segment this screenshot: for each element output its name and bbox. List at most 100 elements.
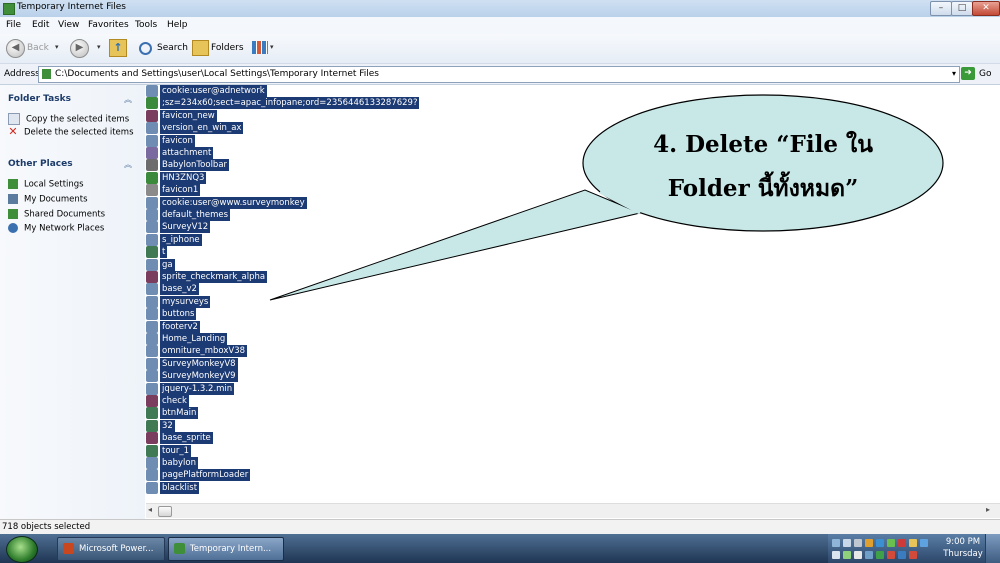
back-dropdown-icon[interactable]: ▾ [55,43,59,51]
file-name[interactable]: check [160,395,189,407]
my-network-places-link[interactable]: My Network Places [8,223,104,234]
file-name[interactable]: 32 [160,419,175,432]
back-icon[interactable]: ◀ [6,39,25,58]
folder-tasks-heading[interactable]: Folder Tasks [8,94,71,104]
file-name[interactable]: SurveyMonkeyV9 [160,370,238,383]
folders-button[interactable]: Folders [211,43,244,53]
minimize-button[interactable]: – [930,1,952,16]
collapse-chevron-icon[interactable]: ︽ [124,159,132,170]
menu-favorites[interactable]: Favorites [88,20,129,30]
file-name[interactable]: SurveyV12 [160,221,211,234]
file-name[interactable]: attachment [160,147,214,159]
local-settings-label[interactable]: Local Settings [24,180,84,190]
signal-icon[interactable] [832,551,840,559]
copy-selected-items-label[interactable]: Copy the selected items [26,115,129,125]
file-name[interactable]: HN3ZNQ3 [160,171,207,184]
tray-icon[interactable] [876,551,884,559]
local-settings-link[interactable]: Local Settings [8,179,84,190]
scroll-left-icon[interactable]: ◂ [148,505,152,514]
menu-tools[interactable]: Tools [135,20,157,30]
volume-icon[interactable] [854,551,862,559]
search-icon[interactable] [139,42,152,55]
close-button[interactable]: ✕ [972,1,1000,16]
address-input[interactable]: C:\Documents and Settings\user\Local Set… [38,66,960,83]
forward-icon[interactable]: ▶ [70,39,89,58]
tray-icon[interactable] [898,551,906,559]
file-name[interactable]: default_themes [160,209,231,221]
taskbar-item-label[interactable]: Microsoft Power... [79,538,153,560]
horizontal-scrollbar[interactable]: ◂ ▸ [146,503,1000,518]
file-name[interactable]: cookie:user@adnetwork [160,85,267,97]
file-name[interactable]: buttons [160,308,197,321]
file-name[interactable]: t [160,246,168,259]
tray-icon[interactable] [843,539,851,547]
copy-selected-items-link[interactable]: Copy the selected items [8,113,129,125]
scroll-thumb[interactable] [158,506,172,517]
go-label[interactable]: Go [979,69,991,79]
tray-icon[interactable] [887,551,895,559]
scroll-right-icon[interactable]: ▸ [986,505,990,514]
menu-edit[interactable]: Edit [32,20,49,30]
file-name[interactable]: babylon [160,457,198,469]
file-name[interactable]: mysurveys [160,295,211,308]
file-name[interactable]: cookie:user@www.surveymonkey [160,196,307,209]
other-places-heading[interactable]: Other Places [8,159,73,169]
start-button[interactable] [6,536,38,563]
menu-help[interactable]: Help [167,20,188,30]
menu-file[interactable]: File [6,20,21,30]
my-documents-label[interactable]: My Documents [24,195,88,205]
maximize-button[interactable]: □ [951,1,973,16]
taskbar-item-powerpoint[interactable]: Microsoft Power... [57,537,165,561]
tray-icon[interactable] [920,539,928,547]
file-name[interactable]: s_iphone [160,233,202,246]
file-name[interactable]: version_en_win_ax [160,122,244,135]
delete-selected-items-label[interactable]: Delete the selected items [24,128,134,138]
tray-icon[interactable] [909,551,917,559]
file-name[interactable]: ga [160,258,175,271]
file-name[interactable]: pagePlatformLoader [160,469,251,482]
menu-view[interactable]: View [58,20,79,30]
file-name[interactable]: tour_1 [160,444,192,457]
taskbar-item-temporary-internet-files[interactable]: Temporary Intern... [168,537,284,561]
folders-icon[interactable] [192,40,209,56]
tray-icon[interactable] [865,539,873,547]
file-name[interactable]: jquery-1.3.2.min [160,382,235,395]
tray-icon[interactable] [854,539,862,547]
search-button[interactable]: Search [157,43,188,53]
file-name[interactable]: omniture_mboxV38 [160,345,248,358]
show-desktop-button[interactable] [985,534,1000,563]
tray-icon[interactable] [832,539,840,547]
file-name[interactable]: footerv2 [160,320,200,333]
file-name[interactable]: SurveyMonkeyV8 [160,357,238,370]
file-name[interactable]: favicon1 [160,184,201,197]
file-name[interactable]: Home_Landing [160,333,228,345]
shared-documents-link[interactable]: Shared Documents [8,209,105,220]
go-button[interactable]: ➜ Go [961,67,998,81]
tray-icon[interactable] [865,551,873,559]
tray-icon[interactable] [843,551,851,559]
file-name[interactable]: ;sz=234x60;sect=apac_infopane;ord=235644… [160,97,420,110]
tray-icon[interactable] [876,539,884,547]
forward-dropdown-icon[interactable]: ▾ [97,43,101,51]
up-folder-icon[interactable]: ↑ [109,39,127,57]
taskbar-item-label[interactable]: Temporary Intern... [190,538,271,560]
my-documents-link[interactable]: My Documents [8,194,88,205]
file-name[interactable]: base_sprite [160,432,213,445]
file-name[interactable]: sprite_checkmark_alpha [160,271,268,283]
tray-icon[interactable] [898,539,906,547]
file-name[interactable]: blacklist [160,481,200,494]
back-button[interactable]: Back [27,43,49,53]
tray-icon[interactable] [887,539,895,547]
views-icon[interactable] [252,41,268,54]
my-network-places-label[interactable]: My Network Places [24,224,104,234]
views-dropdown-icon[interactable]: ▾ [270,43,274,51]
delete-selected-items-link[interactable]: ✕ Delete the selected items [8,126,134,138]
shared-documents-label[interactable]: Shared Documents [24,210,105,220]
address-value[interactable]: C:\Documents and Settings\user\Local Set… [55,69,379,79]
address-dropdown-icon[interactable]: ▾ [952,69,956,78]
go-arrow-icon[interactable]: ➜ [961,67,975,80]
tray-icon[interactable] [909,539,917,547]
file-name[interactable]: BabylonToolbar [160,159,230,172]
file-name[interactable]: btnMain [160,407,199,420]
file-name[interactable]: favicon [160,134,195,147]
